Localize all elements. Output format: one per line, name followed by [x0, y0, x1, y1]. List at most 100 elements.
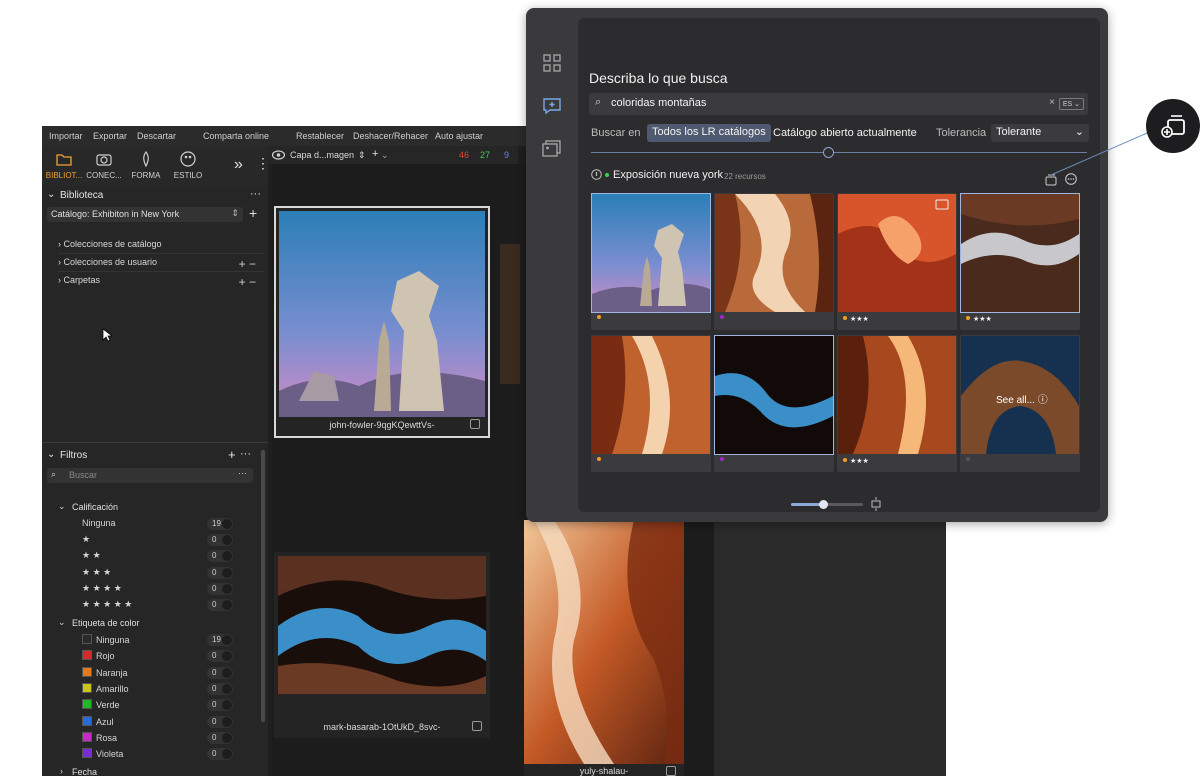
search-options-icon[interactable]: ···: [238, 468, 247, 478]
filters-scrollbar[interactable]: [261, 450, 265, 722]
expand-modes-icon[interactable]: »: [234, 156, 243, 174]
info-icon[interactable]: [591, 169, 602, 180]
slider-handle[interactable]: [819, 500, 829, 509]
menu-import[interactable]: Importar: [49, 131, 83, 141]
color-dot: [966, 457, 970, 461]
result-card[interactable]: ★★★: [960, 193, 1080, 330]
color-dot: [720, 457, 724, 461]
see-all-card[interactable]: See all... ⓘ: [960, 335, 1080, 472]
menu-auto-adjust[interactable]: Auto ajustar: [435, 131, 483, 141]
library-collapse-icon[interactable]: ⌄: [47, 189, 55, 200]
menu-reset[interactable]: Restablecer: [296, 131, 344, 141]
mode-connect[interactable]: CONEC...: [82, 148, 126, 184]
grid-toolbar: Capa d...magen ⇕ + ⌄ 46 27 9: [268, 146, 518, 164]
count-green: 27: [480, 150, 491, 160]
date-filter-title[interactable]: Fecha: [72, 767, 97, 776]
callout-line: [1050, 129, 1155, 176]
chevron-right-icon[interactable]: ›: [60, 766, 63, 776]
color-label-row[interactable]: Violeta 0: [82, 748, 233, 762]
result-card[interactable]: ★★★: [837, 335, 957, 472]
result-meta: [597, 315, 604, 322]
mode-style[interactable]: ESTILO: [166, 148, 210, 184]
tolerance-value: Tolerante: [996, 126, 1042, 138]
add-to-collection-button[interactable]: [1146, 99, 1200, 153]
status-dot: [605, 173, 609, 177]
color-swatch: [82, 634, 92, 644]
select-checkbox[interactable]: [472, 721, 482, 731]
add-icon[interactable]: +: [372, 148, 378, 160]
rating-label: ★: [82, 534, 91, 544]
color-label-row[interactable]: Verde 0: [82, 699, 233, 713]
library-more-icon[interactable]: ···: [250, 188, 261, 200]
filters-more-icon[interactable]: ···: [240, 448, 251, 460]
color-label-row[interactable]: Amarillo 0: [82, 683, 233, 697]
select-checkbox[interactable]: [666, 766, 676, 776]
menu-share-online[interactable]: Comparta online: [203, 131, 269, 141]
mode-shape[interactable]: FORMA: [124, 148, 168, 184]
divider: [42, 442, 268, 443]
thumbnail-card[interactable]: john-fowler-9qgKQewttVs-: [274, 206, 490, 438]
result-card[interactable]: [714, 193, 834, 330]
mouse-cursor-icon: [102, 328, 112, 342]
rating-row-none[interactable]: Ninguna 19: [82, 518, 233, 532]
catalog-select[interactable]: Catálogo: Exhibiton in New York ⇕: [47, 207, 243, 222]
library-title: Biblioteca: [60, 190, 104, 201]
color-label-row[interactable]: Naranja 0: [82, 667, 233, 681]
add-catalog-icon[interactable]: +: [249, 205, 257, 221]
scope-current-catalog[interactable]: Catálogo abierto actualmente: [773, 127, 917, 139]
tree-item-label: Carpetas: [63, 275, 101, 285]
add-remove-icon[interactable]: + −: [239, 257, 256, 271]
filter-search-input[interactable]: ⌕ Buscar ···: [47, 468, 253, 483]
result-card[interactable]: [591, 193, 711, 330]
palette-icon: [180, 151, 196, 167]
filters-collapse-icon[interactable]: ⌄: [47, 449, 55, 460]
fit-size-icon[interactable]: [870, 497, 882, 511]
mode-style-label: ESTILO: [173, 171, 203, 180]
ai-search-input[interactable]: ⌕ coloridas montañas × ES ⌄: [589, 93, 1088, 115]
rating-row-5[interactable]: ★ ★ ★ ★ ★ 0: [82, 599, 233, 613]
menu-export[interactable]: Exportar: [93, 131, 127, 141]
color-label-collapse-icon[interactable]: ⌄: [58, 617, 66, 628]
rating-row-2[interactable]: ★ ★ 0: [82, 550, 233, 564]
layer-select[interactable]: Capa d...magen: [290, 150, 354, 160]
menu-discard[interactable]: Descartar: [137, 131, 176, 141]
thumbnail-card[interactable]: mark-basarab-1OtUkD_8svc-: [274, 552, 490, 738]
thumbnail-partial[interactable]: [500, 244, 520, 384]
mode-library[interactable]: BIBLIOT...: [42, 148, 86, 184]
thumbnail-size-slider[interactable]: [791, 500, 863, 509]
rating-row-1[interactable]: ★ 0: [82, 534, 233, 548]
result-card[interactable]: ★★★: [837, 193, 957, 330]
see-all-link[interactable]: See all... ⓘ: [996, 391, 1048, 406]
result-card[interactable]: [714, 335, 834, 472]
clear-icon[interactable]: ×: [1049, 97, 1055, 108]
eye-icon[interactable]: [272, 150, 285, 160]
catalog-select-value: Catálogo: Exhibiton in New York: [51, 209, 180, 219]
tree-item-folders[interactable]: › Carpetas + −: [58, 275, 264, 291]
color-label-row[interactable]: Rojo 0: [82, 650, 233, 664]
add-filter-icon[interactable]: +: [228, 447, 236, 462]
chevron-down-icon[interactable]: ⌄: [381, 150, 389, 161]
color-label-row[interactable]: Rosa 0: [82, 732, 233, 746]
menu-undo-redo[interactable]: Deshacer/Rehacer: [353, 131, 428, 141]
antelope-canyon-photo: [524, 520, 684, 764]
add-remove-icon[interactable]: + −: [239, 275, 256, 289]
thumbnail-caption: john-fowler-9qgKQewttVs-: [329, 420, 435, 430]
count-red: 46: [459, 150, 470, 160]
rating-row-3[interactable]: ★ ★ ★ 0: [82, 567, 233, 581]
scope-all-catalogs[interactable]: Todos los LR catálogos: [647, 124, 771, 142]
color-label-row[interactable]: Ninguna 19: [82, 634, 233, 648]
result-count: 22 recursos: [724, 172, 766, 181]
rating-count: 0: [207, 550, 233, 562]
ai-chat-icon[interactable]: [542, 96, 562, 116]
language-select[interactable]: ES ⌄: [1058, 98, 1084, 110]
image-gallery-icon[interactable]: [542, 139, 562, 159]
thumbnail-card[interactable]: yuly-shalau-: [524, 520, 684, 776]
rating-row-4[interactable]: ★ ★ ★ ★ 0: [82, 583, 233, 597]
color-label-row[interactable]: Azul 0: [82, 716, 233, 730]
grid-view-icon[interactable]: [542, 53, 562, 73]
color-dot: [597, 457, 601, 461]
select-checkbox[interactable]: [470, 419, 480, 429]
collapse-toggle[interactable]: [823, 147, 834, 158]
result-card[interactable]: [591, 335, 711, 472]
rating-collapse-icon[interactable]: ⌄: [58, 501, 66, 512]
